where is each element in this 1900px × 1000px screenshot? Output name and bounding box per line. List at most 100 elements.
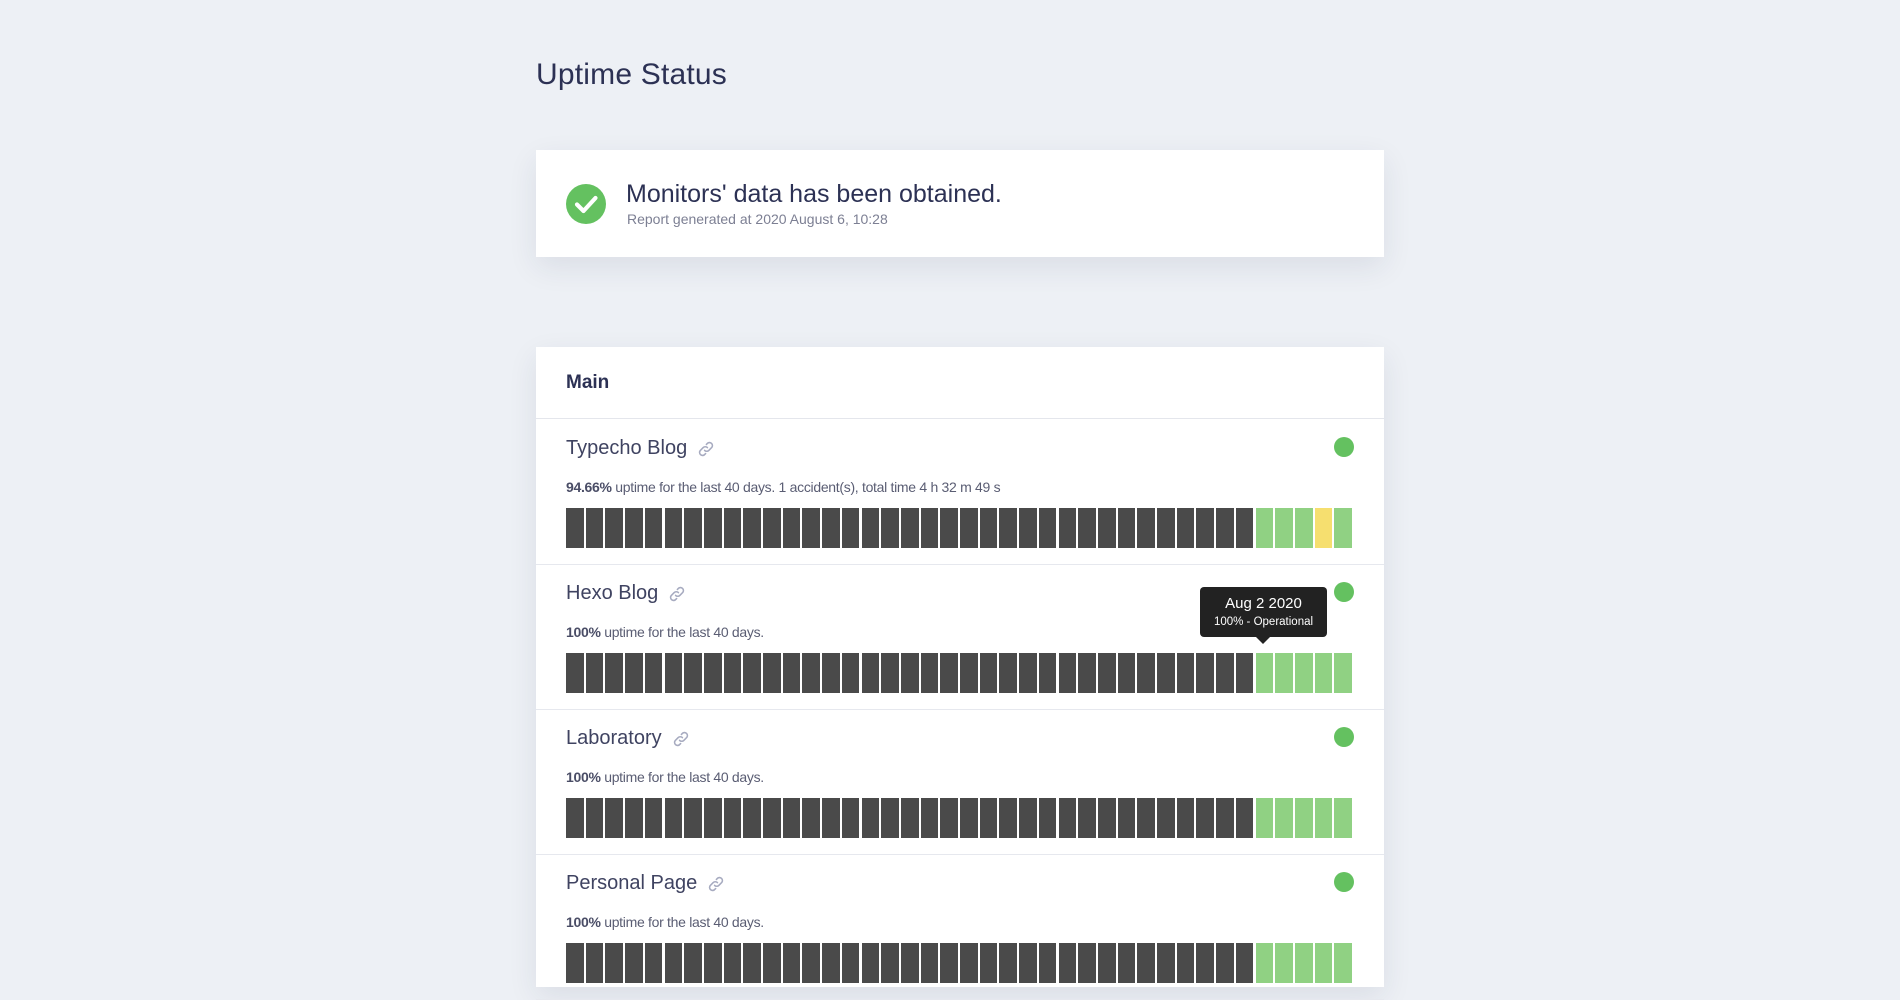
uptime-day-bar[interactable] [822, 943, 840, 983]
uptime-day-bar[interactable] [1157, 508, 1175, 548]
uptime-day-bar[interactable] [1334, 798, 1352, 838]
uptime-day-bar[interactable] [940, 943, 958, 983]
uptime-day-bar[interactable] [684, 798, 702, 838]
uptime-day-bar[interactable] [822, 798, 840, 838]
uptime-day-bar[interactable] [1314, 508, 1333, 548]
uptime-day-bar[interactable] [1078, 943, 1096, 983]
uptime-day-bar[interactable] [1157, 798, 1175, 838]
uptime-day-bar[interactable] [1019, 508, 1037, 548]
uptime-day-bar[interactable] [960, 943, 978, 983]
uptime-day-bar[interactable] [1294, 508, 1313, 548]
uptime-day-bar[interactable] [605, 508, 624, 548]
uptime-day-bar[interactable] [1216, 508, 1234, 548]
uptime-day-bar[interactable] [585, 653, 604, 693]
uptime-day-bar[interactable] [743, 653, 761, 693]
uptime-day-bar[interactable] [1058, 798, 1077, 838]
uptime-day-bar[interactable] [1038, 508, 1057, 548]
uptime-day-bar[interactable] [920, 943, 939, 983]
uptime-day-bar[interactable] [1314, 653, 1333, 693]
uptime-day-bar[interactable] [1137, 508, 1155, 548]
uptime-day-bar[interactable] [566, 508, 584, 548]
uptime-day-bar[interactable] [802, 508, 821, 548]
uptime-day-bar[interactable] [782, 653, 801, 693]
uptime-day-bar[interactable] [763, 943, 781, 983]
uptime-day-bar[interactable] [782, 943, 801, 983]
uptime-day-bar[interactable] [644, 508, 663, 548]
uptime-day-bar[interactable] [1255, 508, 1274, 548]
uptime-day-bar[interactable] [1019, 653, 1037, 693]
uptime-day-bar[interactable] [960, 798, 978, 838]
uptime-day-bar[interactable] [664, 508, 683, 548]
uptime-day-bar[interactable] [861, 508, 880, 548]
uptime-day-bar[interactable] [822, 653, 840, 693]
uptime-day-bar[interactable] [802, 653, 821, 693]
uptime-day-bar[interactable] [1058, 508, 1077, 548]
uptime-day-bar[interactable] [841, 653, 860, 693]
link-icon[interactable] [667, 584, 687, 604]
uptime-day-bar[interactable] [1294, 943, 1313, 983]
uptime-day-bar[interactable] [585, 943, 604, 983]
uptime-day-bar[interactable] [1294, 653, 1313, 693]
uptime-day-bar[interactable] [644, 798, 663, 838]
uptime-day-bar[interactable] [1176, 508, 1195, 548]
uptime-day-bar[interactable] [900, 653, 919, 693]
uptime-day-bar[interactable] [1117, 798, 1136, 838]
uptime-day-bar[interactable] [881, 653, 899, 693]
uptime-day-bar[interactable] [684, 508, 702, 548]
link-icon[interactable] [671, 729, 691, 749]
uptime-day-bar[interactable] [861, 943, 880, 983]
uptime-day-bar[interactable] [940, 508, 958, 548]
uptime-day-bar[interactable] [920, 508, 939, 548]
uptime-day-bar[interactable] [1097, 798, 1116, 838]
uptime-day-bar[interactable] [861, 653, 880, 693]
uptime-day-bar[interactable] [723, 508, 742, 548]
uptime-day-bar[interactable] [1314, 798, 1333, 838]
uptime-day-bar[interactable] [979, 653, 998, 693]
uptime-day-bar[interactable] [703, 653, 722, 693]
uptime-day-bar[interactable] [822, 508, 840, 548]
uptime-day-bar[interactable] [664, 798, 683, 838]
uptime-day-bar[interactable] [1097, 943, 1116, 983]
uptime-day-bar[interactable] [1019, 943, 1037, 983]
uptime-day-bar[interactable] [979, 508, 998, 548]
uptime-day-bar[interactable] [763, 508, 781, 548]
uptime-day-bar[interactable] [1196, 653, 1215, 693]
uptime-day-bar[interactable] [802, 943, 821, 983]
uptime-day-bar[interactable] [1255, 943, 1274, 983]
uptime-day-bar[interactable] [664, 943, 683, 983]
uptime-day-bar[interactable] [881, 508, 899, 548]
uptime-day-bar[interactable] [999, 653, 1018, 693]
uptime-day-bar[interactable] [940, 653, 958, 693]
uptime-day-bar[interactable] [585, 508, 604, 548]
uptime-day-bar[interactable] [703, 508, 722, 548]
uptime-day-bar[interactable] [999, 943, 1018, 983]
uptime-day-bar[interactable] [566, 943, 584, 983]
uptime-day-bar[interactable] [723, 798, 742, 838]
uptime-day-bar[interactable] [861, 798, 880, 838]
uptime-day-bar[interactable] [1275, 943, 1293, 983]
uptime-day-bar[interactable] [1275, 653, 1293, 693]
uptime-day-bar[interactable] [1176, 798, 1195, 838]
uptime-day-bar[interactable] [1334, 943, 1352, 983]
uptime-day-bar[interactable] [1235, 653, 1254, 693]
uptime-day-bar[interactable] [1176, 943, 1195, 983]
uptime-day-bar[interactable] [1157, 943, 1175, 983]
uptime-day-bar[interactable] [1216, 943, 1234, 983]
uptime-day-bar[interactable] [1334, 653, 1352, 693]
uptime-day-bar[interactable] [782, 798, 801, 838]
uptime-day-bar[interactable] [802, 798, 821, 838]
uptime-day-bar[interactable] [1255, 653, 1274, 693]
uptime-day-bar[interactable] [1334, 508, 1352, 548]
uptime-day-bar[interactable] [625, 653, 643, 693]
uptime-day-bar[interactable] [960, 653, 978, 693]
uptime-day-bar[interactable] [960, 508, 978, 548]
uptime-day-bar[interactable] [999, 508, 1018, 548]
uptime-day-bar[interactable] [1038, 798, 1057, 838]
uptime-day-bar[interactable] [664, 653, 683, 693]
uptime-day-bar[interactable] [1117, 653, 1136, 693]
uptime-day-bar[interactable] [763, 653, 781, 693]
uptime-day-bar[interactable] [841, 508, 860, 548]
uptime-day-bar[interactable] [920, 798, 939, 838]
uptime-day-bar[interactable] [1038, 943, 1057, 983]
uptime-day-bar[interactable] [585, 798, 604, 838]
